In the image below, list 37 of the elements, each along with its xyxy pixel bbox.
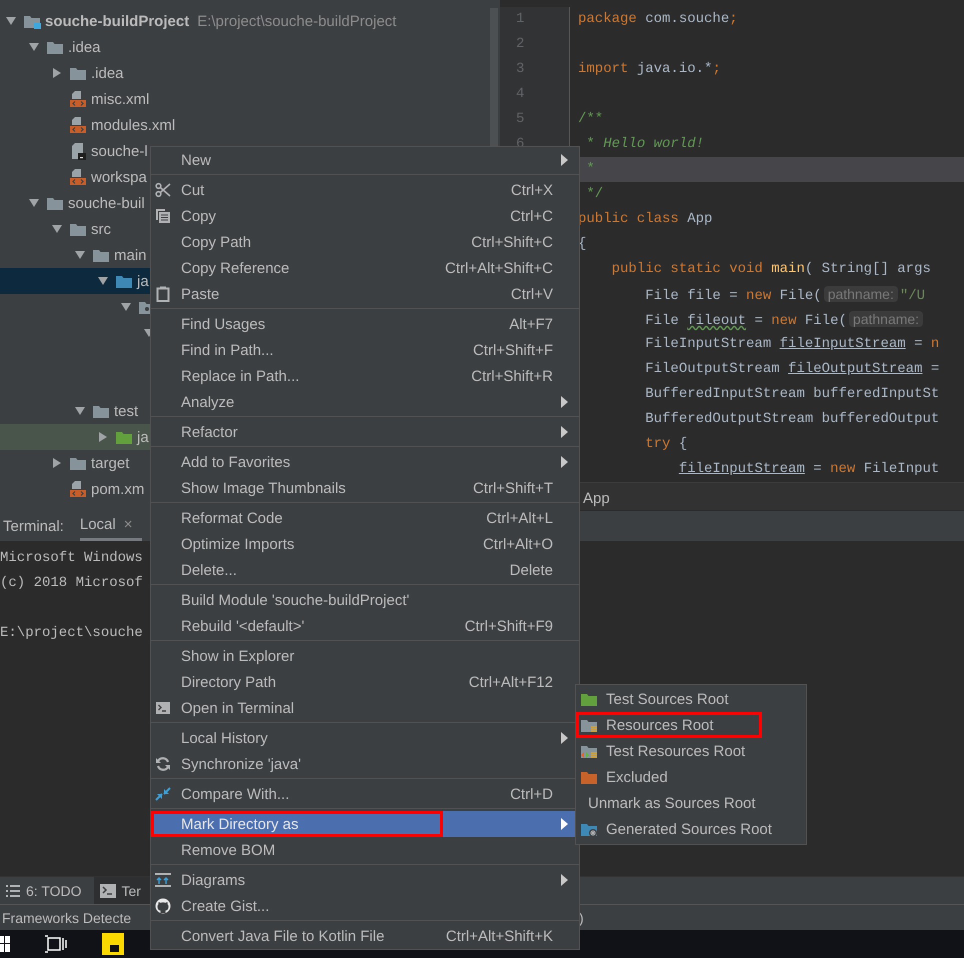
tree-label: main (114, 246, 147, 264)
status-text: Frameworks Detecte (1, 910, 132, 926)
tree-label: .idea (68, 38, 101, 56)
tree-label: misc.xml (91, 90, 150, 108)
code-line: BufferedInputStream bufferedInputSt (644, 385, 940, 404)
code-line: BufferedOutputStream bufferedOutput (644, 410, 940, 429)
tree-label: pom.xm (91, 480, 144, 498)
tree-label: modules.xml (91, 116, 176, 134)
code-line: package com.souche; (578, 10, 739, 29)
tree-label: ja (137, 428, 149, 446)
project-path: E:\project\souche-buildProject (197, 12, 396, 30)
code-line: File fileout = new File( pathname: (578, 307, 964, 332)
code-line: public static void main( String[] args (610, 260, 932, 279)
code-line: File file = new File( pathname: "/U (644, 285, 926, 306)
tree-label: target (91, 454, 130, 472)
code-line: try { (644, 435, 688, 454)
code-line: { (578, 235, 588, 254)
tree-label: src (91, 220, 111, 238)
code-line: */ (585, 185, 604, 204)
tree-label: souche-l (91, 142, 148, 160)
code-line: import java.io.*; (578, 60, 722, 79)
code-line: fileInputStream = new FileInput (678, 460, 940, 479)
code-line: FileInputStream fileInputStream = n (644, 335, 940, 354)
terminal-line: Microsoft Windows (0, 549, 143, 568)
terminal-line: (c) 2018 Microsof (0, 574, 143, 593)
code-line: * Hello world! (585, 135, 706, 154)
tree-label: ja (137, 272, 149, 290)
tree-label: workspa (91, 168, 147, 186)
code-line: /** (578, 110, 604, 129)
terminal-prompt: E:\project\souche (0, 624, 143, 643)
tree-label: .idea (91, 64, 124, 82)
tree-label: souche-buil (68, 194, 145, 212)
code-line: FileOutputStream fileOutputStream = (644, 360, 940, 379)
terminal-title: Terminal: (2, 518, 64, 534)
code-line: public class App (578, 210, 714, 229)
tree-label: souche-buildProject (45, 12, 190, 30)
tree-label: test (114, 402, 138, 420)
